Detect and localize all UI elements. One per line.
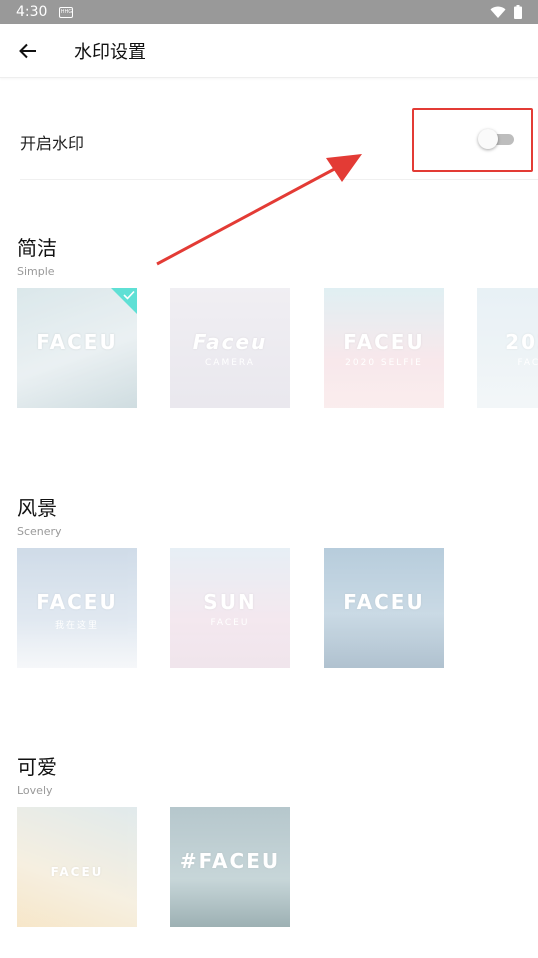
thumbnail-row: FACEU 我在这里 SUN FACEU FACEU <box>17 548 538 668</box>
watermark-caption: FACEU <box>517 358 538 368</box>
watermark-text: SUN <box>203 590 257 614</box>
watermark-text: Faceu <box>192 330 268 354</box>
section-simple: 简洁 Simple FACEU Faceu CAMERA FACEU 2020 … <box>17 232 538 408</box>
back-button[interactable] <box>0 24 56 78</box>
watermark-text: FACEU <box>50 865 104 879</box>
check-icon <box>123 290 135 300</box>
watermark-caption: FACEU <box>210 618 250 628</box>
watermark-text: #FACEU <box>179 849 281 873</box>
watermark-text: FACEU <box>343 590 425 614</box>
status-bar: 4:30 HHG <box>0 0 538 24</box>
section-title: 可爱 <box>17 755 57 779</box>
watermark-text: 2020 <box>505 330 538 354</box>
watermark-thumbnail[interactable]: SUN FACEU <box>170 548 290 668</box>
thumbnail-row: FACEU #FACEU <box>17 807 538 927</box>
watermark-thumbnail[interactable]: FACEU <box>324 548 444 668</box>
battery-icon <box>514 5 522 19</box>
watermark-thumbnail[interactable]: Faceu CAMERA <box>170 288 290 408</box>
watermark-toggle-label: 开启水印 <box>20 134 85 153</box>
watermark-thumbnail[interactable]: FACEU <box>17 288 137 408</box>
section-subtitle: Simple <box>17 265 55 278</box>
watermark-text: FACEU <box>36 330 118 354</box>
status-time: 4:30 <box>16 4 48 20</box>
watermark-thumbnail[interactable]: FACEU 我在这里 <box>17 548 137 668</box>
watermark-thumbnail[interactable]: FACEU <box>17 807 137 927</box>
section-title: 简洁 <box>17 236 57 260</box>
watermark-caption: 我在这里 <box>54 621 99 631</box>
app-bar: 水印设置 <box>0 24 538 78</box>
watermark-text: FACEU <box>36 590 118 614</box>
watermark-thumbnail[interactable]: #FACEU <box>170 807 290 927</box>
watermark-caption: 2020 SELFIE <box>345 358 423 368</box>
section-subtitle: Lovely <box>17 784 53 797</box>
wifi-icon <box>490 6 506 18</box>
section-scenery: 风景 Scenery FACEU 我在这里 SUN FACEU FACEU <box>17 492 538 668</box>
watermark-thumbnail[interactable]: FACEU 2020 SELFIE <box>324 288 444 408</box>
section-lovely: 可爱 Lovely FACEU #FACEU <box>17 751 538 927</box>
watermark-text: FACEU <box>343 330 425 354</box>
sim-icon: HHG <box>59 6 74 18</box>
section-subtitle: Scenery <box>17 525 62 538</box>
watermark-caption: CAMERA <box>205 358 255 368</box>
section-title: 风景 <box>17 496 57 520</box>
page-title: 水印设置 <box>74 41 146 63</box>
arrow-left-icon <box>19 43 36 58</box>
highlight-box <box>412 108 533 172</box>
watermark-thumbnail[interactable]: 2020 FACEU <box>477 288 538 408</box>
thumbnail-row: FACEU Faceu CAMERA FACEU 2020 SELFIE 202… <box>17 288 538 408</box>
